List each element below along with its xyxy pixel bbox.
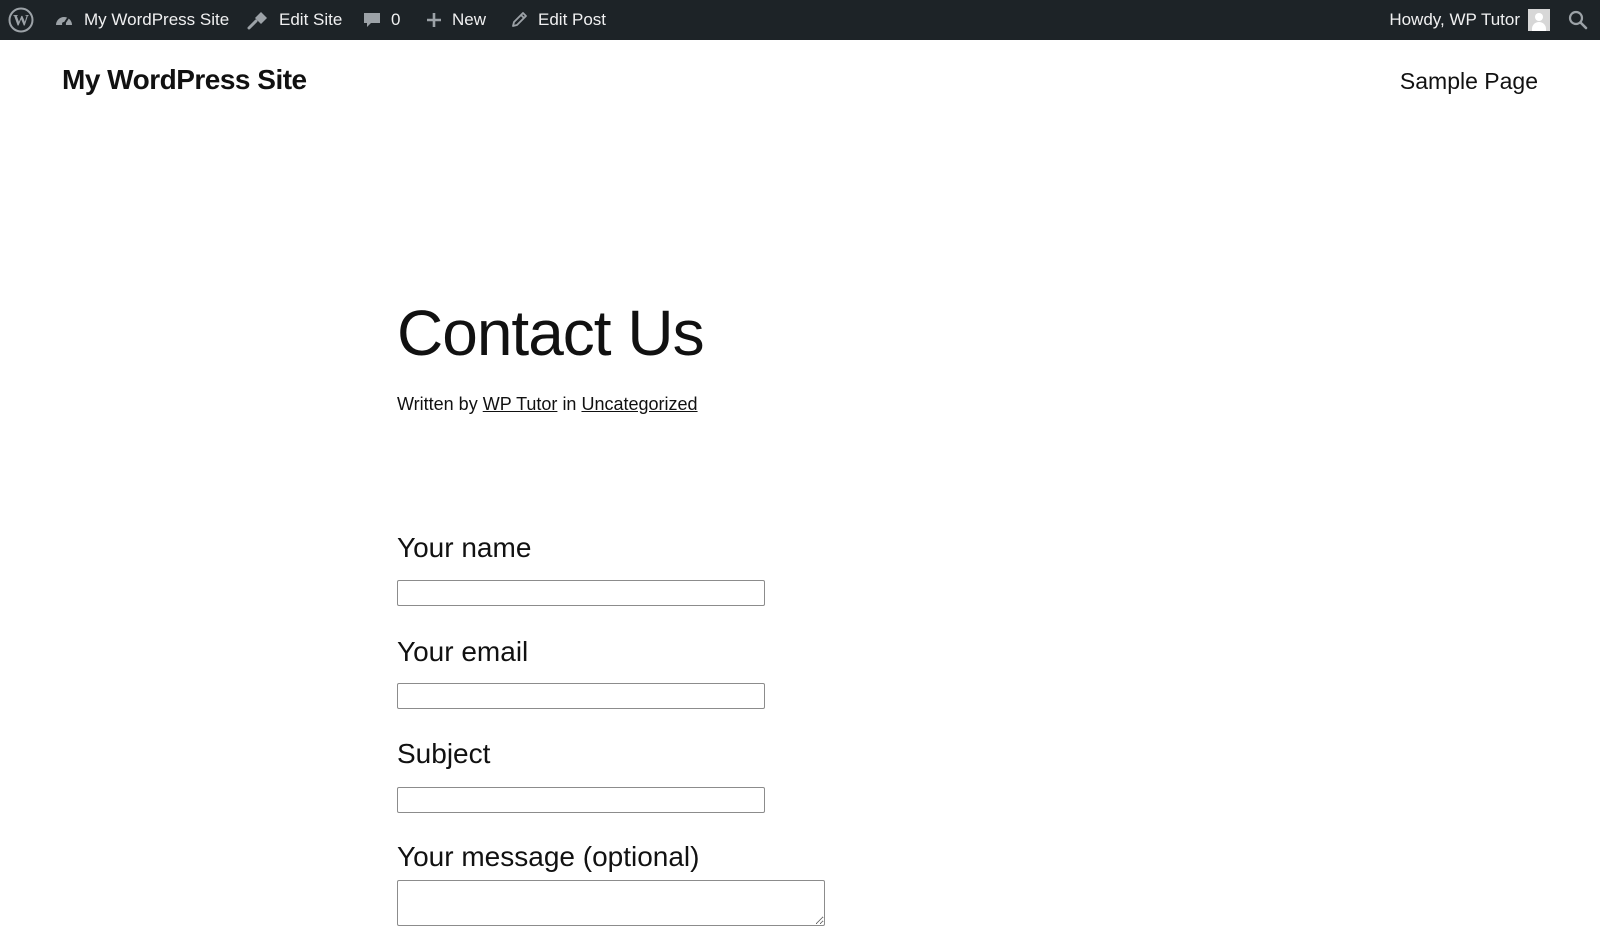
subject-field[interactable] xyxy=(397,787,765,813)
dashboard-icon xyxy=(54,10,74,30)
admin-bar-search-button[interactable] xyxy=(1568,0,1588,40)
email-field[interactable] xyxy=(397,683,765,709)
admin-bar-site-name-label: My WordPress Site xyxy=(84,10,230,29)
edit-post-button[interactable]: Edit Post xyxy=(510,0,606,40)
admin-bar-site-name[interactable]: My WordPress Site xyxy=(54,0,229,40)
byline-middle: in xyxy=(562,394,577,414)
plus-icon xyxy=(426,12,442,28)
edit-site-button[interactable]: Edit Site xyxy=(247,0,342,40)
email-label: Your email xyxy=(397,636,529,667)
howdy-label: Howdy, WP Tutor xyxy=(1389,10,1520,29)
name-field[interactable] xyxy=(397,580,765,606)
page-title: Contact Us xyxy=(397,297,705,369)
edit-post-label: Edit Post xyxy=(538,10,607,29)
category-link[interactable]: Uncategorized xyxy=(581,394,697,414)
edit-site-label: Edit Site xyxy=(279,10,343,29)
comments-button[interactable]: 0 xyxy=(363,0,400,40)
pencil-icon xyxy=(510,11,528,29)
post-byline: Written by WP Tutor in Uncategorized xyxy=(397,394,698,415)
name-label: Your name xyxy=(397,532,532,563)
my-account-menu[interactable]: Howdy, WP Tutor xyxy=(1389,0,1550,40)
site-title[interactable]: My WordPress Site xyxy=(62,64,307,96)
author-link[interactable]: WP Tutor xyxy=(483,394,558,414)
comments-count: 0 xyxy=(391,10,401,29)
byline-prefix: Written by xyxy=(397,394,478,414)
search-icon xyxy=(1568,10,1588,30)
new-content-label: New xyxy=(452,10,487,29)
avatar xyxy=(1528,9,1550,31)
nav-item-sample-page[interactable]: Sample Page xyxy=(1400,68,1538,95)
message-field[interactable] xyxy=(397,880,825,926)
subject-label: Subject xyxy=(397,738,491,769)
wordpress-logo-icon: W xyxy=(8,7,34,33)
message-label: Your message (optional) xyxy=(397,841,700,872)
brush-icon xyxy=(247,10,269,30)
wordpress-logo-button[interactable]: W xyxy=(8,0,34,40)
new-content-button[interactable]: New xyxy=(426,0,486,40)
comment-icon xyxy=(363,11,381,29)
admin-bar: W My WordPress Site Edit Site 0 New Edit… xyxy=(0,0,1600,40)
svg-text:W: W xyxy=(13,13,29,30)
